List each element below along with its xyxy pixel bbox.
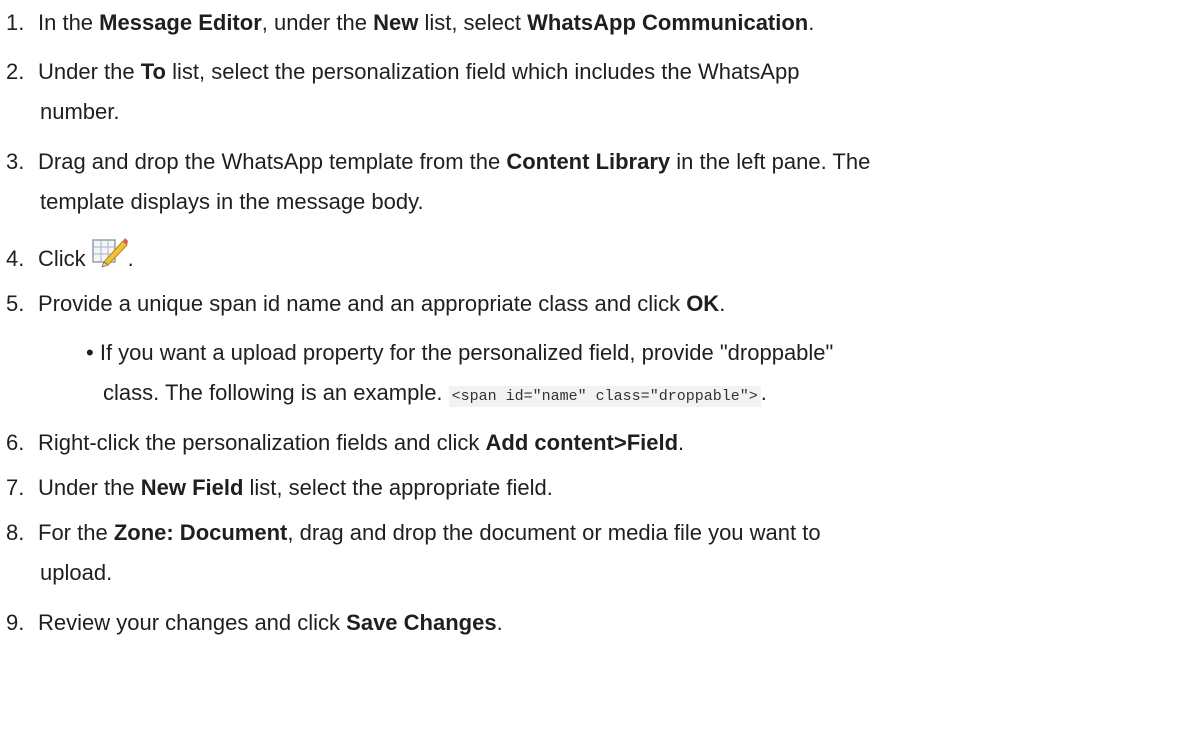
step-number: 1. bbox=[6, 10, 25, 35]
step-4: 4. Click . bbox=[0, 236, 134, 279]
step-7: 7. Under the New Field list, select the a… bbox=[0, 468, 553, 508]
code-example: <span id="name" class="droppable"> bbox=[448, 386, 761, 407]
step-2: 2. Under the To list, select the personal… bbox=[0, 52, 799, 132]
instructions-document: 1. In the Message Editor, under the New l… bbox=[0, 0, 1188, 748]
step-number: 7. bbox=[6, 475, 25, 500]
step-number: 8. bbox=[6, 520, 25, 545]
bullet-mark: • bbox=[86, 340, 94, 365]
step-5-note: • If you want a upload property for the … bbox=[86, 340, 834, 407]
step-number: 3. bbox=[6, 149, 25, 174]
step-3: 3. Drag and drop the WhatsApp template fr… bbox=[0, 142, 870, 222]
step-number: 6. bbox=[6, 430, 25, 455]
step-number: 2. bbox=[6, 59, 25, 84]
step-8: 8. For the Zone: Document, drag and drop … bbox=[0, 513, 821, 593]
step-number: 4. bbox=[6, 246, 25, 271]
step-number: 9. bbox=[6, 610, 25, 635]
step-9: 9. Review your changes and click Save Cha… bbox=[0, 603, 503, 643]
step-1: 1. In the Message Editor, under the New l… bbox=[0, 3, 814, 43]
step-6: 6. Right-click the personalization fields… bbox=[0, 423, 684, 463]
step-5: 5. Provide a unique span id name and an a… bbox=[0, 284, 725, 324]
edit-field-icon bbox=[91, 236, 128, 270]
step-number: 5. bbox=[6, 291, 25, 316]
